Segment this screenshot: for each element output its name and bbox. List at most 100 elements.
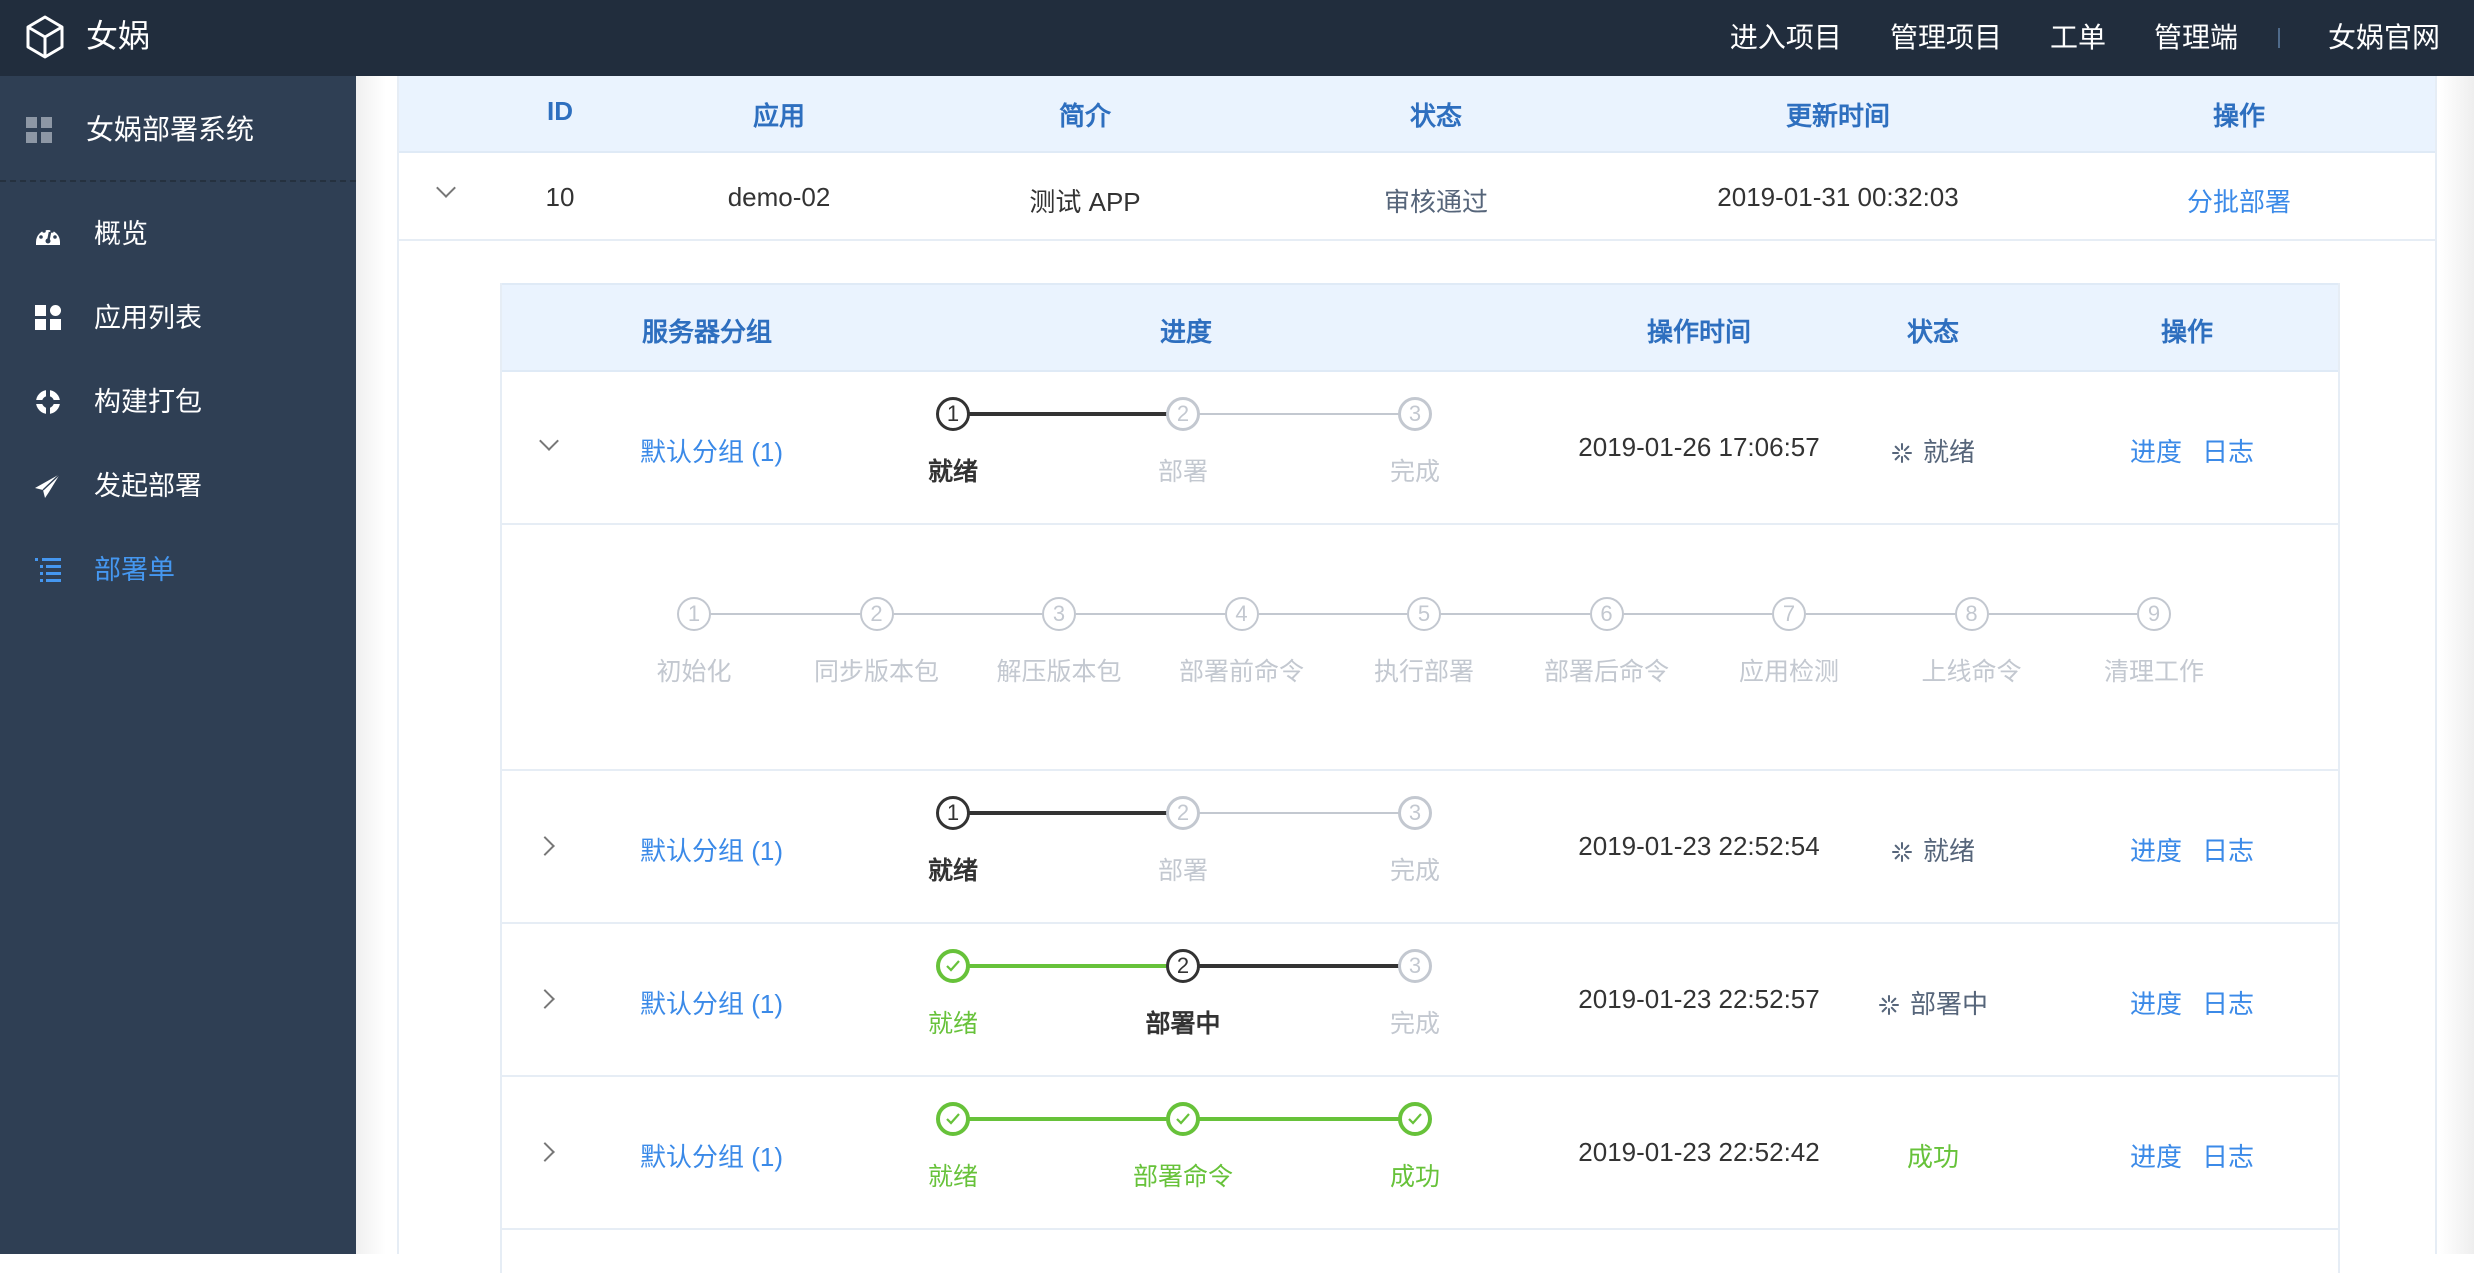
- server-group-link[interactable]: 默认分组 (1): [640, 1137, 783, 1174]
- nav-separator: [2277, 28, 2280, 48]
- step-connector: [953, 412, 1183, 416]
- check-icon: [946, 1113, 960, 1125]
- step-label: 解压版本包: [996, 658, 1122, 686]
- step-label: 完成: [1389, 1010, 1441, 1038]
- step-check-icon: [936, 1102, 970, 1136]
- brand-name[interactable]: 女娲: [86, 16, 150, 56]
- list-icon: [35, 558, 61, 582]
- sidebar-item-overview[interactable]: 概览: [0, 192, 356, 276]
- apps-icon: [35, 305, 61, 330]
- log-link[interactable]: 日志: [2202, 432, 2254, 469]
- step-number: 3: [1042, 597, 1076, 631]
- sidebar-item-apps[interactable]: 应用列表: [0, 276, 356, 360]
- step-label: 部署: [1157, 857, 1209, 885]
- sidebar-item-label: 概览: [94, 219, 148, 249]
- system-title-label: 女娲部署系统: [86, 114, 255, 145]
- expand-chevron-icon[interactable]: [535, 1142, 555, 1162]
- step-label: 完成: [1389, 458, 1441, 486]
- expand-chevron-icon[interactable]: [535, 836, 555, 856]
- step-number: 5: [1407, 597, 1441, 631]
- log-link[interactable]: 日志: [2202, 984, 2254, 1021]
- step-check-icon: [936, 949, 970, 983]
- progress-link[interactable]: 进度: [2130, 831, 2182, 868]
- step-number: 2: [859, 597, 894, 631]
- step-number: 7: [1772, 597, 1806, 631]
- progress-link[interactable]: 进度: [2130, 1137, 2182, 1174]
- col-desc: 简介: [1058, 101, 1112, 131]
- server-group-link[interactable]: 默认分组 (1): [640, 432, 783, 469]
- status-label: 成功: [1906, 1142, 1960, 1172]
- step-connector: [893, 613, 1042, 615]
- cell-status: 审核通过: [1383, 187, 1489, 217]
- step-check-icon: [1398, 1102, 1432, 1136]
- table-row: 默认分组 (1) 就绪 2 部署中 3 完成 2019-01-23 22:52:57 部署中 进…: [502, 924, 2338, 1077]
- log-link[interactable]: 日志: [2202, 1137, 2254, 1174]
- col-id: ID: [547, 96, 573, 126]
- nav-admin[interactable]: 管理端: [2154, 0, 2238, 76]
- sidebar-divider: [0, 180, 356, 182]
- inner-table-header: 服务器分组 进度 操作时间 状态 操作: [502, 283, 2338, 372]
- sidebar-item-deploy-orders[interactable]: 部署单: [0, 528, 356, 612]
- step-connector: [1183, 812, 1415, 814]
- progress-link[interactable]: 进度: [2130, 432, 2182, 469]
- step-label: 部署前命令: [1178, 658, 1305, 686]
- log-link[interactable]: 日志: [2202, 831, 2254, 868]
- step-connector: [1258, 613, 1407, 615]
- cell-app: demo-02: [727, 182, 831, 212]
- col-updated: 更新时间: [1785, 101, 1891, 131]
- step-connector: [1076, 613, 1225, 615]
- step-label: 上线命令: [1921, 658, 2022, 686]
- nav-manage-project[interactable]: 管理项目: [1890, 0, 2002, 76]
- send-icon: [35, 473, 61, 498]
- sidebar-item-label: 应用列表: [94, 303, 202, 333]
- col-action: 操作: [2212, 101, 2266, 131]
- step-label: 应用检测: [1738, 658, 1840, 686]
- table-row: 默认分组 (1) 就绪 部署命令 成功 2019-01-23 22:52:42 成功 进度日…: [502, 1077, 2338, 1230]
- col-inner-status: 状态: [1906, 317, 1960, 347]
- cell-desc: 测试 APP: [1029, 187, 1141, 217]
- table-header: ID 应用 简介 状态 更新时间 操作: [399, 76, 2435, 153]
- server-group-link[interactable]: 默认分组 (1): [640, 984, 783, 1021]
- batch-deploy-link[interactable]: 分批部署: [2187, 182, 2291, 219]
- cell-status-text: 就绪: [1891, 432, 1975, 469]
- server-group-table: 服务器分组 进度 操作时间 状态 操作 默认分组 (1) 1 就绪 2 部署 3 完成 201…: [500, 283, 2340, 1273]
- cell-op-time: 2019-01-26 17:06:57: [1578, 432, 1820, 462]
- server-group-link[interactable]: 默认分组 (1): [640, 831, 783, 868]
- sidebar-item-build[interactable]: 构建打包: [0, 360, 356, 444]
- nav-work-order[interactable]: 工单: [2050, 0, 2106, 76]
- step-number: 1: [677, 597, 711, 631]
- progress-link[interactable]: 进度: [2130, 984, 2182, 1021]
- step-number: 2: [1166, 397, 1200, 431]
- check-icon: [1408, 1113, 1422, 1125]
- step-label: 执行部署: [1373, 658, 1475, 686]
- table-row: 默认分组 (1) 1 就绪 2 部署 3 完成 2019-01-26 17:06:57 就绪 进度…: [502, 372, 2338, 525]
- sidebar-item-deploy[interactable]: 发起部署: [0, 444, 356, 528]
- step-number: 9: [2137, 597, 2171, 631]
- collapse-chevron-icon[interactable]: [436, 178, 456, 198]
- expand-chevron-icon[interactable]: [535, 989, 555, 1009]
- col-status: 状态: [1409, 101, 1463, 131]
- step-connector: [953, 811, 1183, 815]
- step-label: 同步版本包: [813, 658, 940, 686]
- system-title[interactable]: 女娲部署系统: [0, 76, 356, 180]
- scrollbar-track[interactable]: [2440, 76, 2474, 1254]
- step-label: 部署后命令: [1543, 658, 1670, 686]
- col-inner-action: 操作: [2160, 317, 2214, 347]
- step-label: 清理工作: [2103, 658, 2205, 686]
- step-number: 6: [1589, 597, 1624, 631]
- nav-official-site[interactable]: 女娲官网: [2328, 0, 2440, 76]
- check-icon: [1176, 1113, 1190, 1125]
- cell-status-text: 就绪: [1891, 831, 1975, 868]
- step-connector: [1623, 613, 1772, 615]
- nav-enter-project[interactable]: 进入项目: [1730, 0, 1842, 76]
- step-connector: [953, 1117, 1183, 1121]
- step-connector: [1183, 413, 1415, 415]
- step-label: 部署: [1157, 458, 1209, 486]
- table-row: 默认分组 (1) 1 就绪 2 部署 3 完成 2019-01-23 22:52:54 就绪 进度…: [502, 771, 2338, 924]
- status-label: 就绪: [1922, 437, 1976, 467]
- top-bar: 女娲 进入项目 管理项目 工单 管理端 女娲官网: [0, 0, 2474, 76]
- step-label: 完成: [1389, 857, 1441, 885]
- collapse-chevron-icon[interactable]: [539, 431, 559, 451]
- step-label: 成功: [1389, 1163, 1441, 1191]
- cell-op-time: 2019-01-23 22:52:54: [1578, 831, 1820, 861]
